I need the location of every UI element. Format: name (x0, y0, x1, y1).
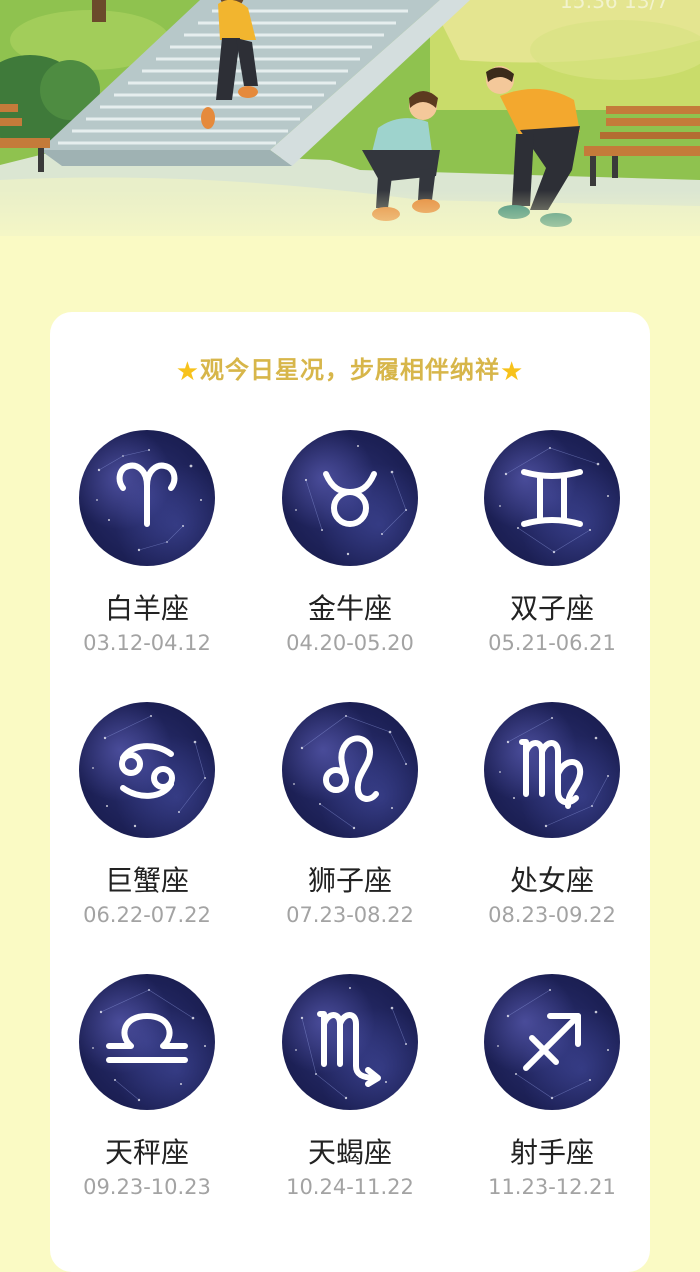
zodiac-name: 巨蟹座 (104, 864, 189, 897)
zodiac-item-sagittarius[interactable]: 射手座 11.23-12.21 (451, 974, 653, 1200)
zodiac-name: 天蝎座 (307, 1136, 392, 1169)
header-banner: 15:36 13/7 (0, 0, 700, 236)
zodiac-name: 狮子座 (307, 864, 392, 897)
zodiac-item-libra[interactable]: 天秤座 09.23-10.23 (46, 974, 248, 1200)
zodiac-dates: 06.22-07.22 (83, 903, 211, 927)
zodiac-item-scorpio[interactable]: 天蝎座 10.24-11.22 (249, 974, 451, 1200)
zodiac-name: 处女座 (509, 864, 594, 897)
zodiac-name: 双子座 (509, 592, 594, 625)
taurus-icon (282, 430, 418, 566)
zodiac-dates: 03.12-04.12 (83, 631, 211, 655)
star-icon: ★ (175, 357, 200, 387)
timestamp-text: 15:36 13/7 (560, 0, 669, 13)
zodiac-dates: 04.20-05.20 (286, 631, 414, 655)
zodiac-dates: 05.21-06.21 (488, 631, 616, 655)
zodiac-item-aries[interactable]: 白羊座 03.12-04.12 (46, 430, 248, 656)
zodiac-name: 金牛座 (307, 592, 392, 625)
zodiac-name: 白羊座 (104, 592, 189, 625)
zodiac-dates: 09.23-10.23 (83, 1175, 211, 1199)
zodiac-name: 天秤座 (104, 1136, 189, 1169)
zodiac-name: 射手座 (509, 1136, 594, 1169)
card-title-text: 观今日星况，步履相伴纳祥 (200, 356, 500, 384)
zodiac-dates: 07.23-08.22 (286, 903, 414, 927)
leo-icon (282, 702, 418, 838)
zodiac-item-leo[interactable]: 狮子座 07.23-08.22 (249, 702, 451, 928)
zodiac-item-virgo[interactable]: 处女座 08.23-09.22 (451, 702, 653, 928)
zodiac-item-cancer[interactable]: 巨蟹座 06.22-07.22 (46, 702, 248, 928)
sagittarius-icon (484, 974, 620, 1110)
virgo-icon (484, 702, 620, 838)
zodiac-dates: 11.23-12.21 (488, 1175, 616, 1199)
zodiac-item-gemini[interactable]: 双子座 05.21-06.21 (451, 430, 653, 656)
libra-icon (79, 974, 215, 1110)
gemini-icon (484, 430, 620, 566)
zodiac-dates: 10.24-11.22 (286, 1175, 414, 1199)
scorpio-icon (282, 974, 418, 1110)
zodiac-dates: 08.23-09.22 (488, 903, 616, 927)
aries-icon (79, 430, 215, 566)
banner-fade (0, 190, 700, 236)
card-title: ★观今日星况，步履相伴纳祥★ (0, 350, 700, 387)
cancer-icon (79, 702, 215, 838)
zodiac-item-taurus[interactable]: 金牛座 04.20-05.20 (249, 430, 451, 656)
star-icon: ★ (500, 357, 525, 387)
